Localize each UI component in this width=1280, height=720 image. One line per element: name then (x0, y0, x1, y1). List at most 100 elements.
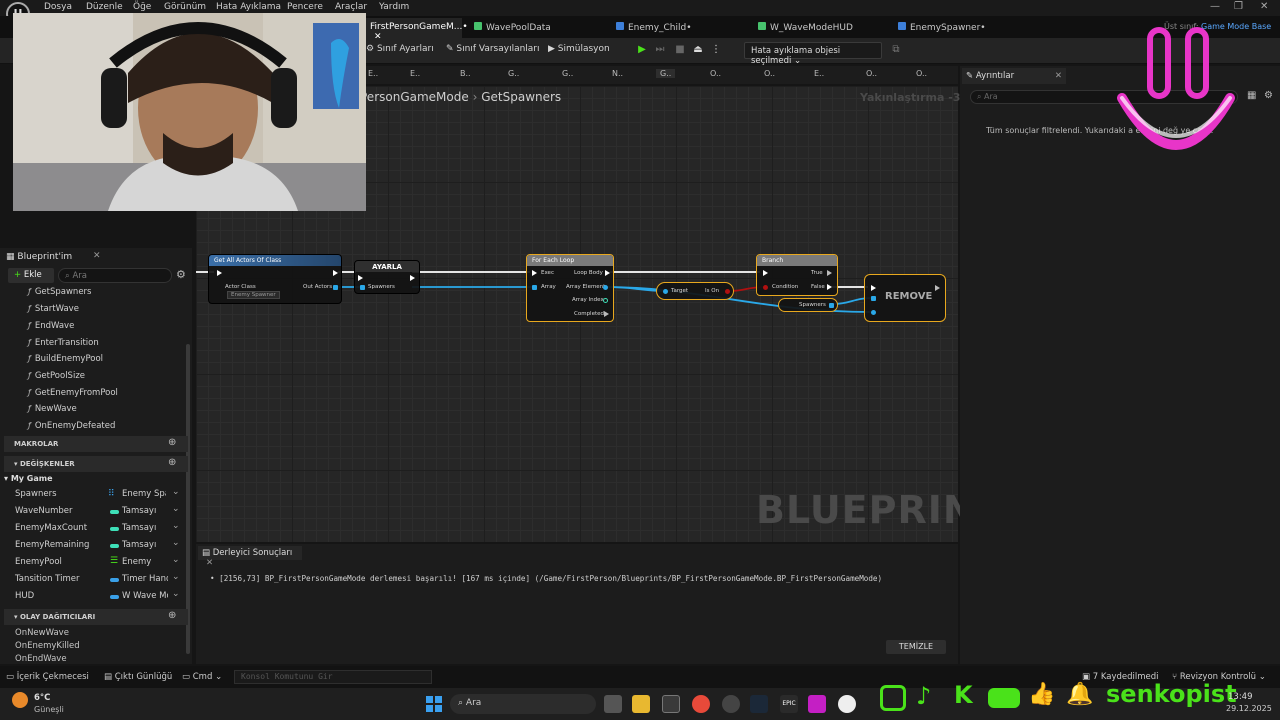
chevron-down-icon[interactable]: ⌄ (172, 589, 180, 599)
chevron-down-icon[interactable]: ⌄ (172, 538, 180, 548)
function-item[interactable]: ƒ StartWave (28, 304, 79, 314)
function-tab[interactable]: O.. (764, 69, 775, 78)
exec-in-pin[interactable] (217, 270, 222, 276)
function-item[interactable]: ƒ BuildEnemyPool (28, 354, 103, 364)
close-panel-icon[interactable]: ✕ (93, 251, 101, 261)
settings-gear-icon[interactable]: ⚙ (176, 268, 186, 281)
menu-debug[interactable]: Hata Ayıklama (216, 2, 281, 12)
settings-gear-icon[interactable]: ⚙ (1264, 90, 1273, 101)
function-item[interactable]: ƒ GetEnemyFromPool (28, 388, 118, 398)
target-pin[interactable] (663, 289, 668, 294)
function-tab[interactable]: O.. (916, 69, 927, 78)
file-explorer-icon[interactable] (632, 695, 650, 713)
step-icon[interactable]: ⏭ (652, 42, 668, 58)
details-tab[interactable]: ✎ Ayrıntılar ✕ (962, 68, 1066, 84)
array-out-pin[interactable] (829, 303, 834, 308)
node-is-on[interactable]: Target Is On (656, 282, 734, 300)
menu-window[interactable]: Pencere (287, 2, 323, 12)
node-remove[interactable]: REMOVE (864, 274, 946, 322)
function-tab[interactable]: G.. (508, 69, 519, 78)
compiler-tab[interactable]: ▤ Derleyici Sonuçları ✕ (198, 546, 302, 568)
add-dispatcher-icon[interactable]: ⊕ (168, 610, 176, 621)
close-tab-icon[interactable]: ✕ (206, 558, 213, 568)
variable-row[interactable]: EnemyPool ☰ Enemy ⌄ (0, 555, 188, 572)
debug-object-dropdown[interactable]: Hata ayıklama objesi seçilmedi ⌄ (744, 42, 882, 66)
exec-in-pin[interactable] (763, 270, 768, 276)
weather-icon[interactable] (12, 692, 28, 708)
variable-row[interactable]: Spawners ⠿ Enemy Spaw ⌄ (0, 487, 188, 504)
array-in-pin[interactable] (871, 296, 876, 301)
item-in-pin[interactable] (871, 310, 876, 315)
breadcrumb-class[interactable]: PersonGameMode (360, 90, 469, 104)
breadcrumb-function[interactable]: GetSpawners (481, 90, 561, 104)
menu-edit[interactable]: Düzenle (86, 2, 123, 12)
function-item[interactable]: ƒ GetSpawners (28, 287, 91, 297)
chevron-down-icon[interactable]: ⌄ (172, 572, 180, 582)
variable-row[interactable]: WaveNumber Tamsayı ⌄ (0, 504, 188, 521)
node-get-spawners[interactable]: Spawners (778, 298, 838, 312)
variable-row[interactable]: HUD W Wave Mo ⌄ (0, 589, 188, 606)
section-event-dispatchers[interactable]: ▾ OLAY DAĞITICILARI (4, 609, 188, 625)
stop-icon[interactable]: ■ (672, 42, 688, 58)
function-tab[interactable]: B.. (460, 69, 471, 78)
close-tab-icon[interactable]: ✕ (1055, 71, 1062, 81)
chevron-down-icon[interactable]: ⌄ (172, 521, 180, 531)
clock-date[interactable]: 29.12.2025 (1226, 704, 1272, 713)
true-pin[interactable] (827, 270, 832, 276)
table-view-icon[interactable]: ▦ (1247, 90, 1256, 101)
loop-body-pin[interactable] (605, 270, 610, 276)
steam-icon[interactable] (750, 695, 768, 713)
function-item[interactable]: ƒ OnEnemyDefeated (28, 421, 115, 431)
condition-pin[interactable] (763, 285, 768, 290)
exec-in-pin[interactable] (532, 270, 537, 276)
function-item[interactable]: ƒ EndWave (28, 321, 74, 331)
tab-enemyspawner[interactable]: EnemySpawner• (890, 18, 994, 38)
function-item[interactable]: ƒ EnterTransition (28, 338, 99, 348)
variable-row[interactable]: EnemyMaxCount Tamsayı ⌄ (0, 521, 188, 538)
function-tab[interactable]: G.. (562, 69, 573, 78)
clear-button[interactable]: TEMİZLE (886, 640, 946, 654)
array-element-pin[interactable] (603, 285, 608, 290)
chevron-down-icon[interactable]: ⌄ (172, 487, 180, 497)
console-input[interactable]: Konsol Komutunu Gir (234, 670, 432, 684)
task-view-icon[interactable] (604, 695, 622, 713)
windows-start-icon[interactable] (426, 696, 442, 712)
function-tab[interactable]: O.. (866, 69, 877, 78)
add-macro-icon[interactable]: ⊕ (168, 437, 176, 448)
maximize-icon[interactable]: ❐ (1234, 1, 1243, 12)
dispatcher-item[interactable]: OnEnemyKilled (15, 641, 80, 651)
exec-out-pin[interactable] (333, 270, 338, 276)
tab-wavepooldata[interactable]: WavePoolData (466, 18, 559, 38)
menu-help[interactable]: Yardım (379, 2, 409, 12)
content-drawer-button[interactable]: ▭ İçerik Çekmecesi (6, 672, 89, 682)
app-icon[interactable] (722, 695, 740, 713)
epic-games-icon[interactable]: EPIC (780, 695, 798, 713)
output-log-button[interactable]: ▤ Çıktı Günlüğü (104, 672, 172, 682)
section-macros[interactable]: MAKROLAR (4, 436, 188, 452)
close-window-icon[interactable]: ✕ (1260, 1, 1268, 12)
class-defaults-button[interactable]: ✎ Sınıf Varsayılanları (446, 44, 540, 54)
false-pin[interactable] (827, 284, 832, 290)
blueprint-search-input[interactable]: ⌕ Ara (58, 268, 172, 283)
exec-out-pin[interactable] (935, 285, 940, 291)
store-icon[interactable] (662, 695, 680, 713)
menu-view[interactable]: Görünüm (164, 2, 206, 12)
menu-file[interactable]: Dosya (44, 2, 72, 12)
menu-tools[interactable]: Araçlar (335, 2, 367, 12)
add-variable-icon[interactable]: ⊕ (168, 457, 176, 468)
function-tab[interactable]: N.. (612, 69, 623, 78)
dispatcher-item[interactable]: OnNewWave (15, 628, 69, 638)
tab-firstpersongamemode[interactable]: FirstPersonGameM...• ✕ (362, 18, 468, 42)
cmd-dropdown[interactable]: ▭ Cmd ⌄ (182, 672, 222, 682)
tab-enemy-child[interactable]: Enemy_Child• (608, 18, 700, 38)
taskbar-search[interactable]: ⌕ Ara (450, 694, 596, 714)
chevron-down-icon[interactable]: ⌄ (172, 555, 180, 565)
completed-pin[interactable] (604, 311, 609, 317)
eject-icon[interactable]: ⏏ (690, 42, 706, 58)
function-tab[interactable]: O.. (710, 69, 721, 78)
unreal-engine-icon[interactable] (838, 695, 856, 713)
class-settings-button[interactable]: ⚙ Sınıf Ayarları (366, 44, 434, 54)
exec-out-pin[interactable] (410, 275, 415, 281)
array-out-pin[interactable] (333, 285, 338, 290)
play-icon[interactable]: ▶ (634, 42, 650, 58)
